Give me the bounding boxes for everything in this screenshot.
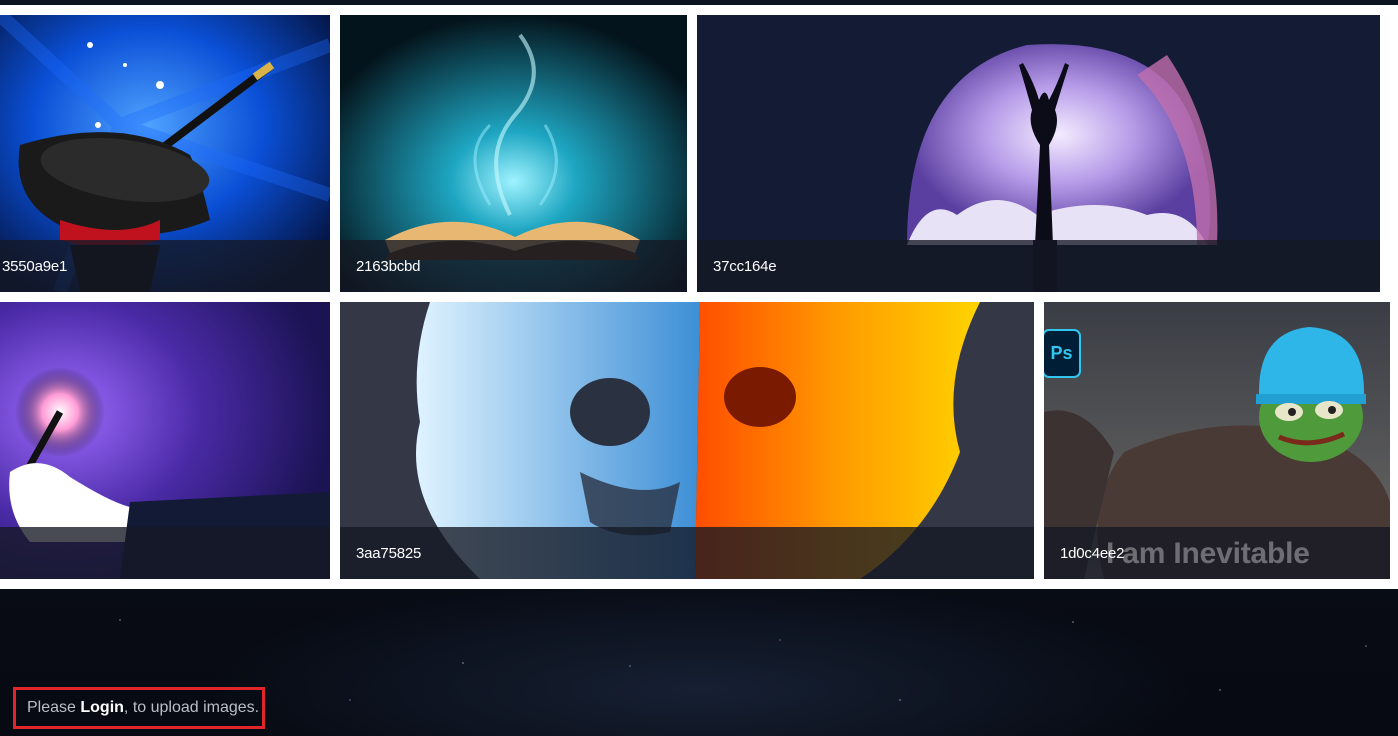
tile-caption-text: 1d0c4ee2 [1060,544,1125,562]
gallery-tile[interactable]: 3550a9e1 [0,15,330,292]
gallery-tile[interactable] [0,302,330,579]
login-prompt: Please Login, to upload images. [13,687,265,729]
gallery-tile[interactable]: 3aa75825 [340,302,1034,579]
gallery-tile[interactable]: 2163bcbd [340,15,687,292]
login-prompt-prefix: Please [27,699,81,716]
tile-caption: 2163bcbd [340,240,687,292]
tile-caption [0,527,330,579]
tile-caption: 37cc164e [697,240,1380,292]
image-gallery: 3550a9e1 2163bcbd 37cc164e 3aa75825 Ps 1… [0,5,1398,589]
photoshop-badge: Ps [1044,329,1081,378]
login-link[interactable]: Login [80,699,124,717]
tile-caption: 3550a9e1 [0,240,330,292]
tile-caption: 3aa75825 [340,527,1034,579]
gallery-tile[interactable]: Ps 1d0c4ee2 I am Inevitable [1044,302,1390,579]
gallery-tile[interactable]: 37cc164e [697,15,1380,292]
tile-caption: 1d0c4ee2 I am Inevitable [1044,527,1390,579]
meme-overlay-text: I am Inevitable [1106,537,1310,570]
login-prompt-suffix: , to upload images. [123,699,260,716]
